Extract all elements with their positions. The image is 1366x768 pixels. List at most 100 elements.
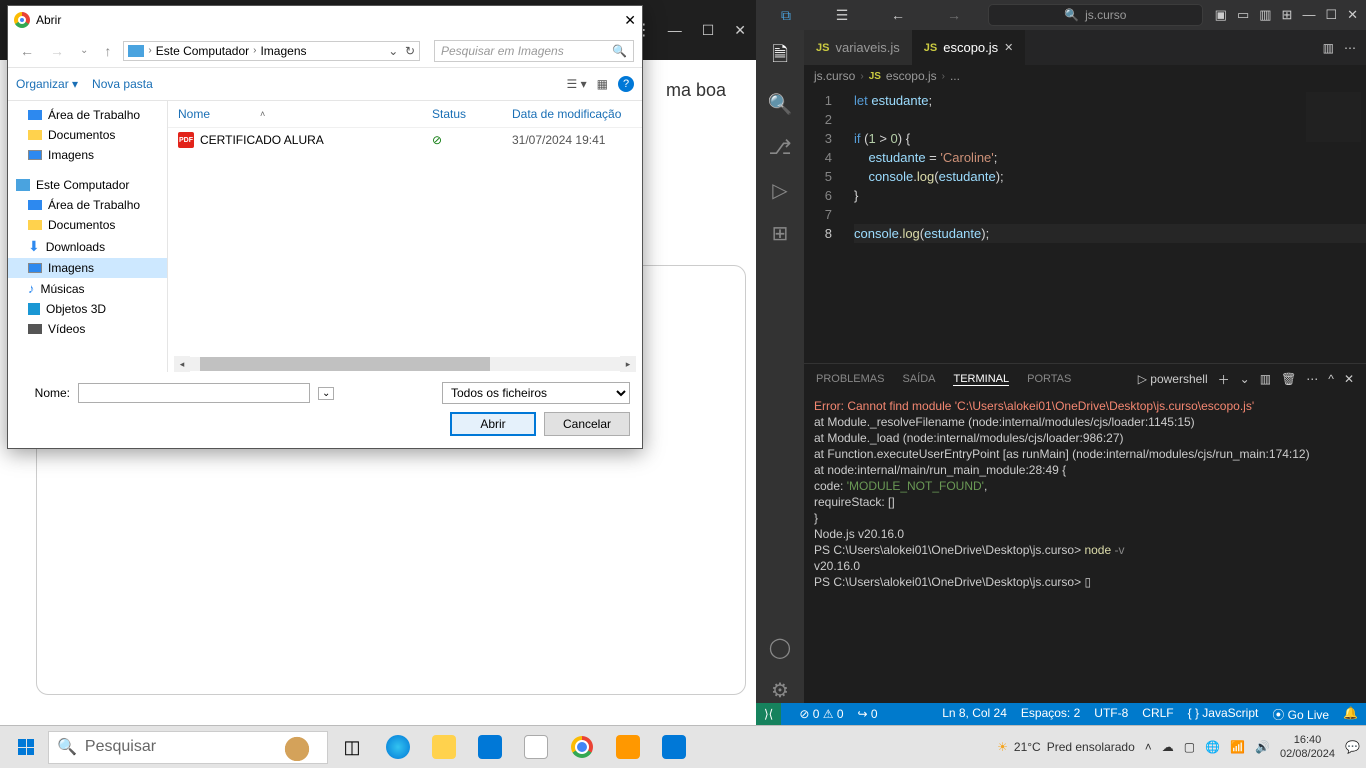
status-golive[interactable]: ⦿ Go Live xyxy=(1272,706,1329,723)
sidebar-item-videos[interactable]: Vídeos xyxy=(8,319,167,339)
task-view-icon[interactable]: ◫ xyxy=(330,731,374,764)
sidebar-item-3d[interactable]: Objetos 3D xyxy=(8,299,167,319)
horizontal-scrollbar[interactable]: ◂▸ xyxy=(174,356,636,372)
nav-back-icon[interactable]: ← xyxy=(876,0,920,32)
sidebar-item-desktop[interactable]: Área de Trabalho xyxy=(8,195,167,215)
taskbar-chrome[interactable] xyxy=(560,731,604,764)
sidebar-item-desktop[interactable]: Área de Trabalho xyxy=(8,105,167,125)
close-icon[interactable]: ✕ xyxy=(734,22,746,39)
volume-icon[interactable]: 🔊 xyxy=(1255,740,1270,754)
taskbar-search[interactable]: 🔍 Pesquisar xyxy=(48,731,328,764)
close-panel-icon[interactable]: ✕ xyxy=(1344,372,1354,386)
layout-grid-icon[interactable]: ⊞ xyxy=(1282,7,1293,23)
close-icon[interactable]: ✕ xyxy=(1347,7,1358,23)
start-button[interactable] xyxy=(6,739,46,755)
split-editor-icon[interactable]: ▥ xyxy=(1323,41,1334,55)
sidebar-item-downloads[interactable]: ⬇Downloads xyxy=(8,235,167,258)
status-encoding[interactable]: UTF-8 xyxy=(1094,706,1128,723)
cancel-button[interactable]: Cancelar xyxy=(544,412,630,436)
status-cursor-pos[interactable]: Ln 8, Col 24 xyxy=(942,706,1007,723)
search-icon[interactable]: 🔍 xyxy=(768,92,793,117)
account-icon[interactable]: ◯ xyxy=(769,635,791,660)
split-terminal-icon[interactable]: ▥ xyxy=(1260,372,1271,386)
maximize-icon[interactable]: ☐ xyxy=(1325,7,1337,23)
status-eol[interactable]: CRLF xyxy=(1142,706,1173,723)
layout-bottom-icon[interactable]: ▭ xyxy=(1237,7,1249,23)
new-terminal-icon[interactable]: ＋ xyxy=(1218,371,1230,388)
view-options-icon[interactable]: ☰ ▾ xyxy=(567,77,587,91)
sidebar-item-this-pc[interactable]: Este Computador xyxy=(8,175,167,195)
status-bell-icon[interactable]: 🔔 xyxy=(1343,706,1358,723)
menu-icon[interactable]: ☰ xyxy=(820,0,864,32)
maximize-icon[interactable]: ☐ xyxy=(702,22,715,39)
status-spaces[interactable]: Espaços: 2 xyxy=(1021,706,1080,723)
organize-menu[interactable]: Organizar ▾ xyxy=(16,77,78,91)
tab-variaveis[interactable]: JS variaveis.js xyxy=(804,30,912,65)
tab-problems[interactable]: PROBLEMAS xyxy=(816,373,884,385)
status-language[interactable]: { } JavaScript xyxy=(1188,706,1259,723)
nav-forward-icon[interactable]: → xyxy=(932,0,976,32)
taskbar-explorer[interactable] xyxy=(422,731,466,764)
open-button[interactable]: Abrir xyxy=(450,412,536,436)
source-control-icon[interactable]: ⎇ xyxy=(768,135,791,160)
more-actions-icon[interactable]: ⋯ xyxy=(1344,41,1356,55)
sidebar-item-documents[interactable]: Documentos xyxy=(8,125,167,145)
command-search[interactable]: 🔍 js.curso xyxy=(988,4,1203,26)
help-icon[interactable]: ? xyxy=(618,76,634,92)
terminal[interactable]: Error: Cannot find module 'C:\Users\alok… xyxy=(804,394,1366,703)
tab-output[interactable]: SAÍDA xyxy=(902,373,935,385)
nav-forward-icon[interactable]: → xyxy=(46,43,68,59)
explorer-icon[interactable]: 🗎 xyxy=(772,40,788,74)
trash-icon[interactable]: 🗑 xyxy=(1281,372,1296,386)
column-headers[interactable]: Nome˄ Status Data de modificação xyxy=(168,101,642,128)
file-type-filter[interactable]: Todos os ficheiros xyxy=(442,382,630,404)
dialog-close-icon[interactable]: ✕ xyxy=(624,12,636,29)
nav-recent-icon[interactable]: ⌄ xyxy=(76,45,92,56)
status-ports[interactable]: ↪ 0 xyxy=(858,707,878,721)
taskbar-sublime[interactable] xyxy=(606,731,650,764)
minimap[interactable] xyxy=(1306,92,1361,142)
weather-widget[interactable]: ☀ 21°C Pred ensolarado xyxy=(997,740,1135,754)
minimize-icon[interactable]: — xyxy=(668,22,682,39)
taskbar-store[interactable] xyxy=(468,731,512,764)
notifications-icon[interactable]: 💬 xyxy=(1345,740,1360,754)
layout-right-icon[interactable]: ▥ xyxy=(1259,7,1271,23)
breadcrumb[interactable]: js.curso› JS escopo.js› ... xyxy=(804,65,1366,87)
dialog-search[interactable]: Pesquisar em Imagens 🔍 xyxy=(434,40,634,62)
taskbar-edge[interactable] xyxy=(376,731,420,764)
sidebar-item-documents[interactable]: Documentos xyxy=(8,215,167,235)
taskbar-notepad[interactable] xyxy=(514,731,558,764)
tab-escopo[interactable]: JS escopo.js ✕ xyxy=(912,30,1026,65)
nav-back-icon[interactable]: ← xyxy=(16,43,38,59)
tab-terminal[interactable]: TERMINAL xyxy=(953,373,1009,386)
sidebar-item-images[interactable]: Imagens xyxy=(8,258,167,278)
nav-up-icon[interactable]: ↑ xyxy=(100,43,115,59)
tab-ports[interactable]: PORTAS xyxy=(1027,373,1071,385)
taskbar-vscode[interactable] xyxy=(652,731,696,764)
filename-input[interactable] xyxy=(78,383,310,403)
maximize-panel-icon[interactable]: ^ xyxy=(1328,372,1334,386)
split-dropdown-icon[interactable]: ⌄ xyxy=(1240,372,1250,386)
wifi-icon[interactable]: 📶 xyxy=(1230,740,1245,754)
close-tab-icon[interactable]: ✕ xyxy=(1004,41,1013,54)
file-row[interactable]: PDFCERTIFICADO ALURA ⊘ 31/07/2024 19:41 xyxy=(168,128,642,152)
minimize-icon[interactable]: — xyxy=(1302,7,1315,23)
code-editor[interactable]: 1 2 3 4 5 6 7 8 let estudante; if (1 > 0… xyxy=(804,87,1366,363)
remote-indicator[interactable]: ⟩⟨ xyxy=(756,703,781,725)
debug-icon[interactable]: ▷ xyxy=(772,178,787,203)
network-icon[interactable]: 🌐 xyxy=(1205,740,1220,754)
sidebar-item-music[interactable]: ♪Músicas xyxy=(8,278,167,299)
taskbar-clock[interactable]: 16:40 02/08/2024 xyxy=(1280,733,1335,761)
terminal-profile[interactable]: ▷ powershell xyxy=(1138,372,1208,386)
meet-now-icon[interactable]: ▢ xyxy=(1184,740,1195,754)
tray-chevron-icon[interactable]: ˄ xyxy=(1145,740,1152,754)
layout-left-icon[interactable]: ▣ xyxy=(1215,7,1227,23)
preview-pane-icon[interactable]: ▦ xyxy=(597,77,608,91)
extensions-icon[interactable]: ⊞ xyxy=(772,221,789,246)
sidebar-item-images[interactable]: Imagens xyxy=(8,145,167,165)
settings-gear-icon[interactable]: ⚙ xyxy=(771,678,789,703)
new-folder-button[interactable]: Nova pasta xyxy=(92,77,153,91)
more-icon[interactable]: ⋯ xyxy=(1306,372,1318,386)
address-bar[interactable]: › Este Computador › Imagens ⌄ ↻ xyxy=(123,41,420,61)
status-errors[interactable]: ⊘ 0 ⚠ 0 xyxy=(799,707,843,721)
